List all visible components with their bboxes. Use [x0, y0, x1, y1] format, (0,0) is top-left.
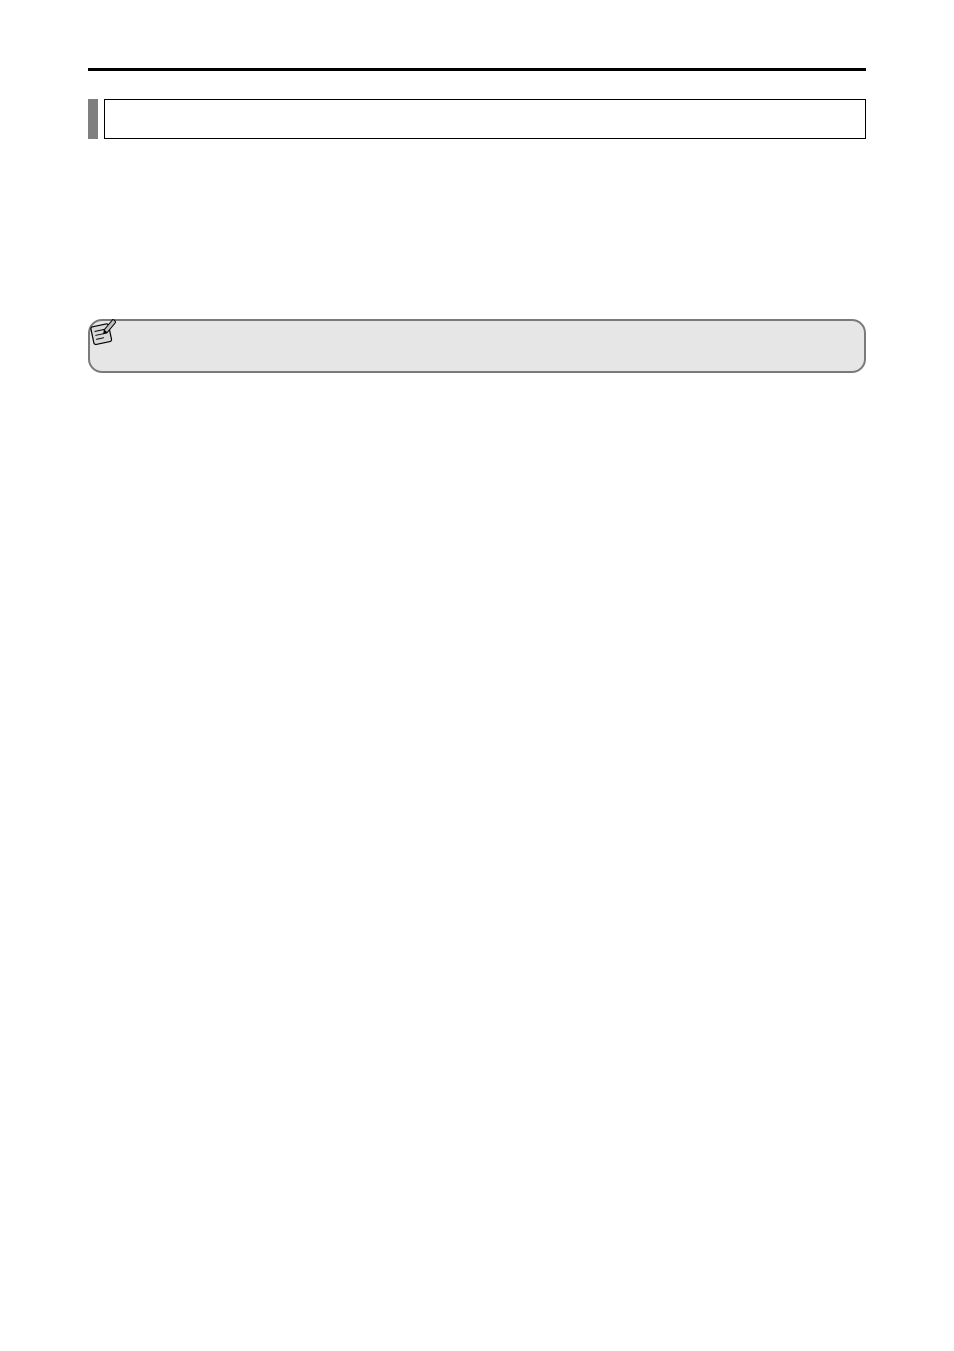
note-section	[88, 319, 866, 373]
note-icon	[88, 319, 116, 347]
heading-text-box	[104, 99, 866, 139]
note-body-box	[88, 319, 866, 373]
heading-accent-bar	[88, 99, 98, 139]
section-heading	[88, 99, 866, 139]
page-content	[0, 0, 954, 373]
horizontal-rule	[88, 68, 866, 71]
